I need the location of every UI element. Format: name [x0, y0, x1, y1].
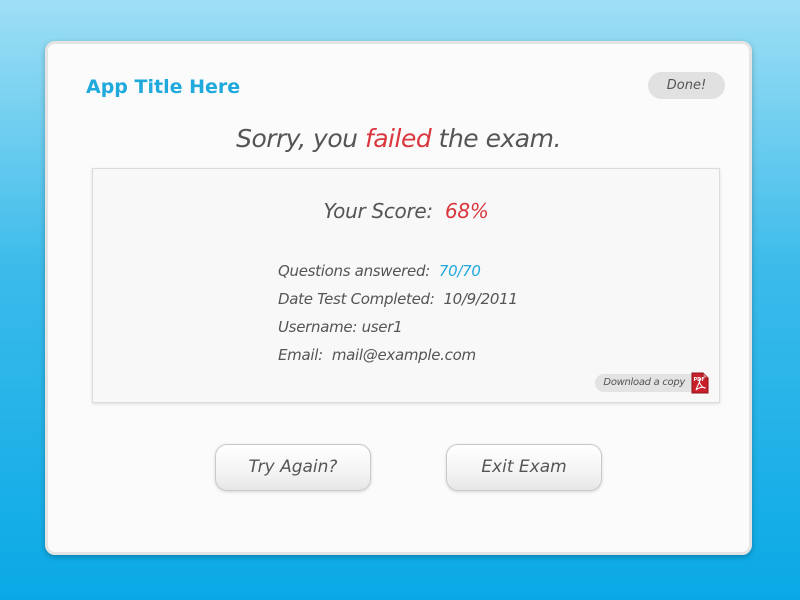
- date-label: Date Test Completed:: [278, 290, 435, 308]
- exam-details: Questions answered: 70/70 Date Test Comp…: [278, 261, 638, 373]
- email-label: Email:: [278, 346, 323, 364]
- username-value: user1: [361, 318, 403, 336]
- done-button[interactable]: Done!: [648, 72, 725, 99]
- score-label: Your Score:: [323, 199, 433, 223]
- email-row: Email: mail@example.com: [278, 345, 638, 373]
- headline-failed-word: failed: [364, 124, 432, 153]
- questions-value: 70/70: [438, 262, 481, 280]
- questions-label: Questions answered:: [278, 262, 430, 280]
- pdf-icon: PDF: [691, 372, 709, 394]
- questions-answered-row: Questions answered: 70/70: [278, 261, 638, 289]
- download-copy-button[interactable]: Download a copy PDF: [595, 372, 709, 394]
- download-copy-label: Download a copy: [595, 374, 701, 392]
- results-window: App Title Here Done! Sorry, you failed t…: [45, 41, 752, 555]
- exit-exam-button[interactable]: Exit Exam: [446, 444, 602, 491]
- results-panel: Your Score: 68% Questions answered: 70/7…: [92, 168, 720, 403]
- date-value: 10/9/2011: [443, 290, 518, 308]
- email-value: mail@example.com: [331, 346, 476, 364]
- score-value: 68%: [444, 199, 489, 223]
- headline-prefix: Sorry, you: [236, 124, 365, 153]
- username-row: Username: user1: [278, 317, 638, 345]
- try-again-button[interactable]: Try Again?: [215, 444, 371, 491]
- app-title: App Title Here: [86, 76, 241, 98]
- headline-suffix: the exam.: [431, 124, 562, 153]
- date-completed-row: Date Test Completed: 10/9/2011: [278, 289, 638, 317]
- username-label: Username:: [278, 318, 358, 336]
- result-headline: Sorry, you failed the exam.: [48, 124, 749, 153]
- score-line: Your Score: 68%: [93, 199, 719, 223]
